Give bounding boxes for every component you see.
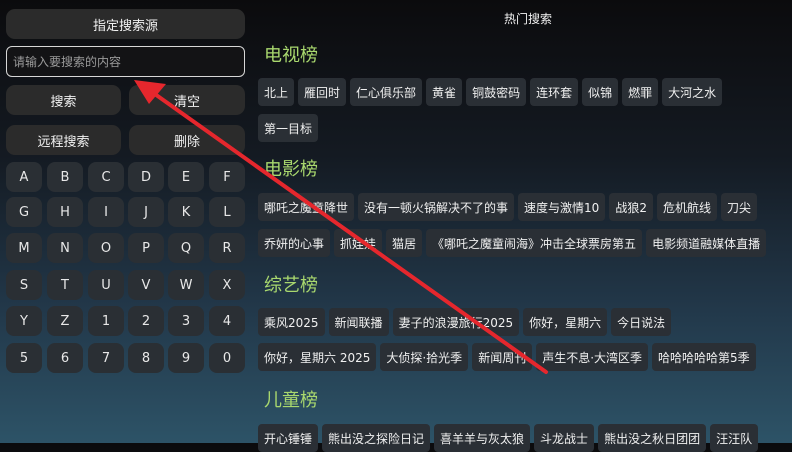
hot-search-tag[interactable]: 连环套 — [530, 78, 579, 106]
tag-row: 哪吒之魔童降世 没有一顿火锅解决不了的事 速度与激情10 战狼2 危机航线 刀尖 — [258, 193, 757, 221]
hot-search-tag[interactable]: 新闻联播 — [328, 308, 389, 336]
key-g[interactable]: G — [6, 197, 42, 227]
hot-search-tag[interactable]: 乔妍的心事 — [258, 229, 331, 257]
key-p[interactable]: P — [128, 233, 164, 263]
tag-row: 开心锤锤 熊出没之探险日记 喜羊羊与灰太狼 斗龙战士 熊出没之秋日团团 汪汪队 — [258, 424, 759, 452]
key-l[interactable]: L — [209, 197, 245, 227]
hot-search-tag[interactable]: 铜鼓密码 — [466, 78, 527, 106]
key-z[interactable]: Z — [47, 306, 83, 336]
key-c[interactable]: C — [88, 162, 124, 192]
hot-search-tag[interactable]: 哈哈哈哈哈第5季 — [652, 343, 756, 371]
hot-search-tag[interactable]: 燃罪 — [622, 78, 659, 106]
key-d[interactable]: D — [128, 162, 164, 192]
hot-search-tag[interactable]: 猫居 — [386, 229, 423, 257]
hot-search-tag[interactable]: 哪吒之魔童降世 — [258, 193, 355, 221]
hot-search-tag[interactable]: 没有一顿火锅解决不了的事 — [358, 193, 515, 221]
source-select-button[interactable]: 指定搜索源 — [6, 9, 245, 39]
hot-search-tag[interactable]: 战狼2 — [609, 193, 653, 221]
key-6[interactable]: 6 — [47, 343, 83, 373]
hot-search-tag[interactable]: 黄雀 — [426, 78, 463, 106]
hot-search-tag[interactable]: 开心锤锤 — [258, 424, 319, 452]
section-title-tv: 电视榜 — [264, 45, 318, 66]
hot-search-tag[interactable]: 乘风2025 — [258, 308, 325, 336]
hot-search-tag[interactable]: 抓娃娃 — [334, 229, 383, 257]
hot-search-tag[interactable]: 大侦探·拾光季 — [380, 343, 469, 371]
hot-search-tag[interactable]: 熊出没之秋日团团 — [598, 424, 707, 452]
tag-row: 你好，星期六 2025 大侦探·拾光季 新闻周刊 声生不息·大湾区季 哈哈哈哈哈第5季 — [258, 343, 756, 371]
key-k[interactable]: K — [168, 197, 204, 227]
section-title-variety: 综艺榜 — [264, 275, 318, 296]
key-f[interactable]: F — [209, 162, 245, 192]
key-j[interactable]: J — [128, 197, 164, 227]
hot-search-tag[interactable]: 速度与激情10 — [518, 193, 606, 221]
key-y[interactable]: Y — [6, 306, 42, 336]
key-w[interactable]: W — [168, 270, 204, 300]
clear-button[interactable]: 清空 — [129, 85, 245, 115]
hot-search-tag[interactable]: 你好，星期六 2025 — [258, 343, 377, 371]
tag-row: 北上 雁回时 仁心俱乐部 黄雀 铜鼓密码 连环套 似锦 燃罪 大河之水 — [258, 78, 723, 106]
key-n[interactable]: N — [47, 233, 83, 263]
key-0[interactable]: 0 — [209, 343, 245, 373]
key-7[interactable]: 7 — [88, 343, 124, 373]
key-9[interactable]: 9 — [168, 343, 204, 373]
hot-search-tag[interactable]: 似锦 — [582, 78, 619, 106]
key-m[interactable]: M — [6, 233, 42, 263]
key-v[interactable]: V — [128, 270, 164, 300]
hot-search-tag[interactable]: 大河之水 — [662, 78, 723, 106]
key-t[interactable]: T — [47, 270, 83, 300]
hot-search-tag[interactable]: 熊出没之探险日记 — [322, 424, 431, 452]
hot-search-tag[interactable]: 声生不息·大湾区季 — [536, 343, 649, 371]
key-3[interactable]: 3 — [168, 306, 204, 336]
key-i[interactable]: I — [88, 197, 124, 227]
hot-search-tag[interactable]: 新闻周刊 — [472, 343, 533, 371]
hot-search-tag[interactable]: 喜羊羊与灰太狼 — [434, 424, 531, 452]
delete-button[interactable]: 删除 — [129, 125, 245, 155]
key-s[interactable]: S — [6, 270, 42, 300]
key-o[interactable]: O — [88, 233, 124, 263]
hot-search-tag[interactable]: 《哪吒之魔童闹海》冲击全球票房第五 — [426, 229, 643, 257]
search-button[interactable]: 搜索 — [6, 85, 121, 115]
hot-search-tag[interactable]: 汪汪队 — [710, 424, 759, 452]
hot-search-tag[interactable]: 妻子的浪漫旅行2025 — [392, 308, 520, 336]
key-a[interactable]: A — [6, 162, 42, 192]
hot-search-tag[interactable]: 北上 — [258, 78, 295, 106]
key-4[interactable]: 4 — [209, 306, 245, 336]
tag-row: 乘风2025 新闻联播 妻子的浪漫旅行2025 你好，星期六 今日说法 — [258, 308, 672, 336]
search-input[interactable] — [6, 46, 245, 77]
key-5[interactable]: 5 — [6, 343, 42, 373]
hot-search-tag[interactable]: 电影频道融媒体直播 — [646, 229, 767, 257]
remote-search-button[interactable]: 远程搜索 — [6, 125, 121, 155]
hot-search-tag[interactable]: 雁回时 — [298, 78, 347, 106]
section-title-movie: 电影榜 — [264, 159, 318, 180]
hot-search-title: 热门搜索 — [503, 12, 552, 26]
key-e[interactable]: E — [168, 162, 204, 192]
key-u[interactable]: U — [88, 270, 124, 300]
hot-search-tag[interactable]: 斗龙战士 — [534, 424, 595, 452]
tag-row: 乔妍的心事 抓娃娃 猫居 《哪吒之魔童闹海》冲击全球票房第五 电影频道融媒体直播 — [258, 229, 767, 257]
key-b[interactable]: B — [47, 162, 83, 192]
hot-search-tag[interactable]: 第一目标 — [258, 114, 319, 142]
key-1[interactable]: 1 — [88, 306, 124, 336]
hot-search-tag[interactable]: 你好，星期六 — [523, 308, 608, 336]
key-r[interactable]: R — [209, 233, 245, 263]
key-8[interactable]: 8 — [128, 343, 164, 373]
key-q[interactable]: Q — [168, 233, 204, 263]
hot-search-tag[interactable]: 危机航线 — [656, 193, 717, 221]
tag-row: 第一目标 — [258, 114, 319, 142]
key-x[interactable]: X — [209, 270, 245, 300]
key-2[interactable]: 2 — [128, 306, 164, 336]
hot-search-tag[interactable]: 刀尖 — [720, 193, 757, 221]
hot-search-tag[interactable]: 仁心俱乐部 — [350, 78, 423, 106]
key-h[interactable]: H — [47, 197, 83, 227]
section-title-kids: 儿童榜 — [264, 390, 318, 411]
hot-search-tag[interactable]: 今日说法 — [611, 308, 672, 336]
